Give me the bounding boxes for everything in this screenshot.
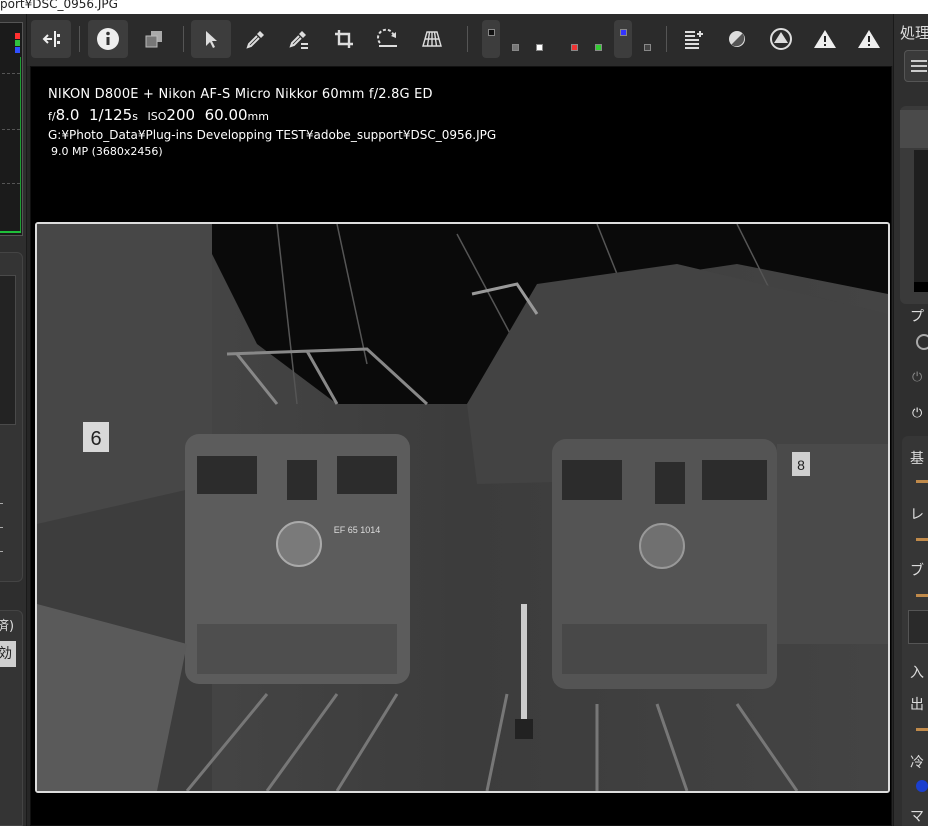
right-label-3: レ: [910, 507, 924, 523]
info-icon[interactable]: [88, 20, 128, 58]
select-arrow-icon[interactable]: [191, 20, 231, 58]
power-icon[interactable]: ⏻: [912, 406, 922, 421]
left-panel-text: 済): [0, 619, 15, 634]
iso-prefix: ISO: [147, 110, 167, 123]
power-icon[interactable]: ⏻: [912, 370, 922, 385]
toolbar: [27, 14, 893, 66]
right-label-1: プ: [910, 309, 924, 325]
histogram-channel-bars: [15, 33, 20, 55]
slider-handle[interactable]: [916, 480, 928, 483]
shutter-unit: s: [132, 110, 138, 123]
toolbar-separator: [183, 26, 184, 52]
channel-black-icon[interactable]: [482, 20, 500, 58]
aperture-prefix: f/: [48, 110, 56, 123]
shutter-value: 1/125: [89, 106, 133, 124]
adjustment-panel-header[interactable]: [900, 110, 928, 148]
panel-tick: [0, 503, 3, 504]
iso-value: 200: [166, 106, 196, 124]
right-label-2: 基: [910, 451, 924, 467]
perspective-grid-icon[interactable]: [412, 20, 452, 58]
aperture-value: 8.0: [55, 106, 80, 124]
adjustment-panel-footer: [914, 282, 928, 292]
panel-tick: [0, 551, 3, 552]
channel-green-icon[interactable]: [590, 20, 606, 58]
histogram-gridline: [2, 73, 20, 74]
toolbar-separator: [666, 26, 667, 52]
histogram-trace: [20, 57, 21, 233]
left-panel-button[interactable]: 効: [0, 641, 16, 667]
platform-sign-8: 8: [797, 457, 805, 473]
channel-red-icon[interactable]: [566, 20, 582, 58]
focal-unit: mm: [247, 110, 269, 123]
panel-tick: [0, 527, 3, 528]
image-viewer[interactable]: NIKON D800E + Nikon AF-S Micro Nikkor 60…: [30, 66, 892, 826]
right-label-7: 冷: [910, 755, 924, 771]
clip-warning-2-icon[interactable]: [849, 20, 889, 58]
right-label-6: 出: [910, 697, 924, 713]
histogram-baseline: [0, 231, 21, 233]
left-settings-panel: 済) 効: [0, 610, 23, 826]
channel-blue-icon[interactable]: [614, 20, 632, 58]
gray-eyedropper-icon[interactable]: [279, 20, 319, 58]
platform-sign-6: 6: [90, 428, 101, 450]
highlight-warning-icon[interactable]: [761, 20, 801, 58]
list-icon[interactable]: [904, 50, 928, 82]
left-tool-panel: [0, 252, 23, 582]
title-bar: port¥DSC_0956.JPG: [0, 0, 928, 14]
exposure-info: f/8.0 1/125s ISO200 60.00mm: [48, 106, 496, 124]
channel-gray-icon[interactable]: [507, 20, 523, 58]
photo-image: 6 8 EF 65 1014: [37, 224, 888, 791]
preset-box[interactable]: [908, 610, 928, 644]
toolbar-separator: [79, 26, 80, 52]
left-panel: 済) 効: [0, 14, 27, 826]
crop-icon[interactable]: [324, 20, 364, 58]
color-dot[interactable]: [916, 780, 928, 792]
eyedropper-icon[interactable]: [236, 20, 276, 58]
app-window: port¥DSC_0956.JPG 済) 効 NIKON D800E + Nik…: [0, 0, 928, 826]
file-path: G:¥Photo_Data¥Plug-ins Developping TEST¥…: [48, 128, 497, 142]
right-label-8: マ: [910, 809, 924, 825]
histogram: [0, 22, 23, 236]
resolution-text: 9.0 MP (3680x2456): [51, 145, 163, 158]
adjustment-panel-body: [914, 150, 928, 282]
focal-value: 60.00: [204, 106, 248, 124]
contrast-icon[interactable]: [717, 20, 757, 58]
adjustment-panel: [900, 106, 928, 304]
channel-white-icon[interactable]: [531, 20, 547, 58]
toolbar-separator: [467, 26, 468, 52]
toggle-circle[interactable]: [916, 334, 928, 350]
right-panel: 処理 プ ⏻ ⏻ 基 レ ブ 入 出 冷 マ: [893, 14, 928, 826]
channel-lum-icon[interactable]: [639, 20, 655, 58]
locomotive-number: EF 65 1014: [334, 525, 381, 535]
clip-warning-icon[interactable]: [805, 20, 845, 58]
window-title: port¥DSC_0956.JPG: [0, 0, 118, 11]
image-info-overlay: NIKON D800E + Nikon AF-S Micro Nikkor 60…: [48, 87, 496, 158]
right-label-5: 入: [910, 665, 924, 681]
overlay-icon[interactable]: [134, 20, 174, 58]
camera-lens-text: NIKON D800E + Nikon AF-S Micro Nikkor 60…: [48, 87, 433, 102]
slider-handle[interactable]: [916, 728, 928, 731]
compare-split-icon[interactable]: [31, 20, 71, 58]
right-label-4: ブ: [910, 563, 924, 579]
rotate-icon[interactable]: [368, 20, 408, 58]
slider-handle[interactable]: [916, 594, 928, 597]
panel-title: 処理: [900, 24, 928, 42]
adjust-list-icon[interactable]: [673, 20, 713, 58]
histogram-gridline: [2, 129, 20, 130]
left-tool-panel-content: [0, 275, 16, 425]
photo-preview[interactable]: 6 8 EF 65 1014: [35, 222, 890, 793]
slider-handle[interactable]: [916, 538, 928, 541]
histogram-gridline: [2, 183, 20, 184]
